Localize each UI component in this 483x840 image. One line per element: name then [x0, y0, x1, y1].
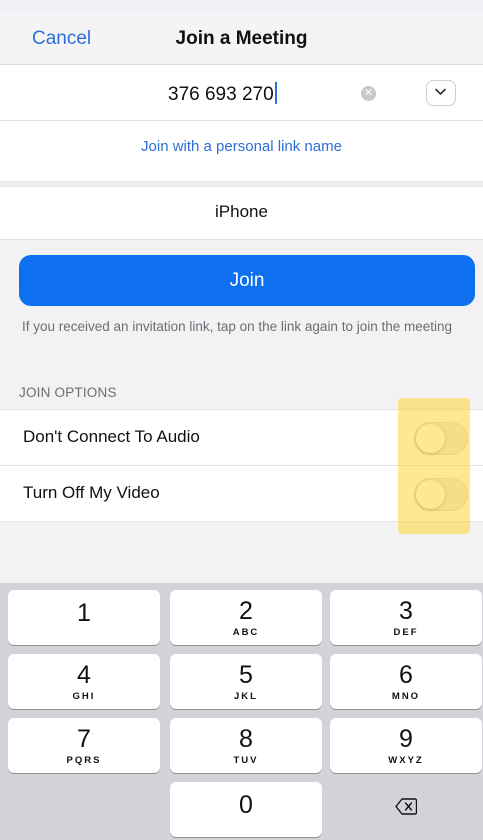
option-label: Don't Connect To Audio: [23, 427, 200, 446]
backspace-icon: [395, 798, 417, 815]
key-letters: MNO: [391, 691, 421, 702]
key-letters: DEF: [393, 627, 419, 638]
toggle-knob: [416, 480, 445, 509]
key-letters: WXYZ: [388, 755, 424, 766]
navigation-bar: Cancel Join a Meeting: [0, 12, 483, 65]
key-letters: GHI: [72, 691, 96, 702]
key-letters: ABC: [232, 627, 260, 638]
invitation-hint: If you received an invitation link, tap …: [22, 319, 453, 334]
status-bar: [0, 0, 483, 12]
join-options-list: Don't Connect To Audio Turn Off My Video: [0, 409, 483, 522]
toggle-knob: [416, 424, 445, 453]
key-digit: 2: [239, 597, 253, 625]
video-toggle[interactable]: [414, 478, 468, 511]
numeric-keypad: 1 2 ABC 3 DEF 4 GHI 5 JKL 6 MNO 7 PQRS 8…: [0, 583, 483, 840]
delete-key[interactable]: [330, 782, 482, 837]
text-cursor: [274, 82, 277, 104]
meeting-id-field[interactable]: 376 693 270 ✕: [0, 65, 483, 121]
meeting-id-input[interactable]: 376 693 270: [168, 82, 277, 106]
key-digit: 3: [399, 597, 413, 625]
key-digit: 5: [239, 661, 253, 689]
key-3[interactable]: 3 DEF: [330, 590, 482, 645]
option-label: Turn Off My Video: [23, 483, 160, 502]
history-dropdown-button[interactable]: [426, 80, 456, 106]
key-4[interactable]: 4 GHI: [8, 654, 160, 709]
key-5[interactable]: 5 JKL: [170, 654, 322, 709]
key-digit: 0: [239, 791, 253, 819]
key-2[interactable]: 2 ABC: [170, 590, 322, 645]
option-turn-off-video: Turn Off My Video: [0, 466, 483, 521]
key-digit: 1: [77, 599, 91, 627]
key-digit: 7: [77, 725, 91, 753]
key-9[interactable]: 9 WXYZ: [330, 718, 482, 773]
key-letters: JKL: [234, 691, 258, 702]
key-8[interactable]: 8 TUV: [170, 718, 322, 773]
key-digit: 8: [239, 725, 253, 753]
key-6[interactable]: 6 MNO: [330, 654, 482, 709]
option-dont-connect-audio: Don't Connect To Audio: [0, 410, 483, 466]
key-letters: PQRS: [66, 755, 102, 766]
chevron-down-icon: [435, 88, 446, 95]
key-1[interactable]: 1: [8, 590, 160, 645]
display-name-field[interactable]: iPhone: [0, 186, 483, 240]
key-7[interactable]: 7 PQRS: [8, 718, 160, 773]
key-digit: 4: [77, 661, 91, 689]
audio-toggle[interactable]: [414, 422, 468, 455]
key-0[interactable]: 0: [170, 782, 322, 837]
join-button[interactable]: Join: [19, 255, 475, 306]
key-digit: 6: [399, 661, 413, 689]
key-letters: TUV: [233, 755, 259, 766]
meeting-id-value: 376 693 270: [168, 84, 274, 105]
page-title: Join a Meeting: [175, 28, 308, 49]
clear-icon[interactable]: ✕: [361, 86, 376, 101]
join-with-personal-link[interactable]: Join with a personal link name: [0, 138, 483, 155]
join-options-header: JOIN OPTIONS: [19, 385, 117, 400]
key-digit: 9: [399, 725, 413, 753]
personal-link-row: Join with a personal link name: [0, 121, 483, 182]
display-name-value: iPhone: [215, 202, 268, 221]
